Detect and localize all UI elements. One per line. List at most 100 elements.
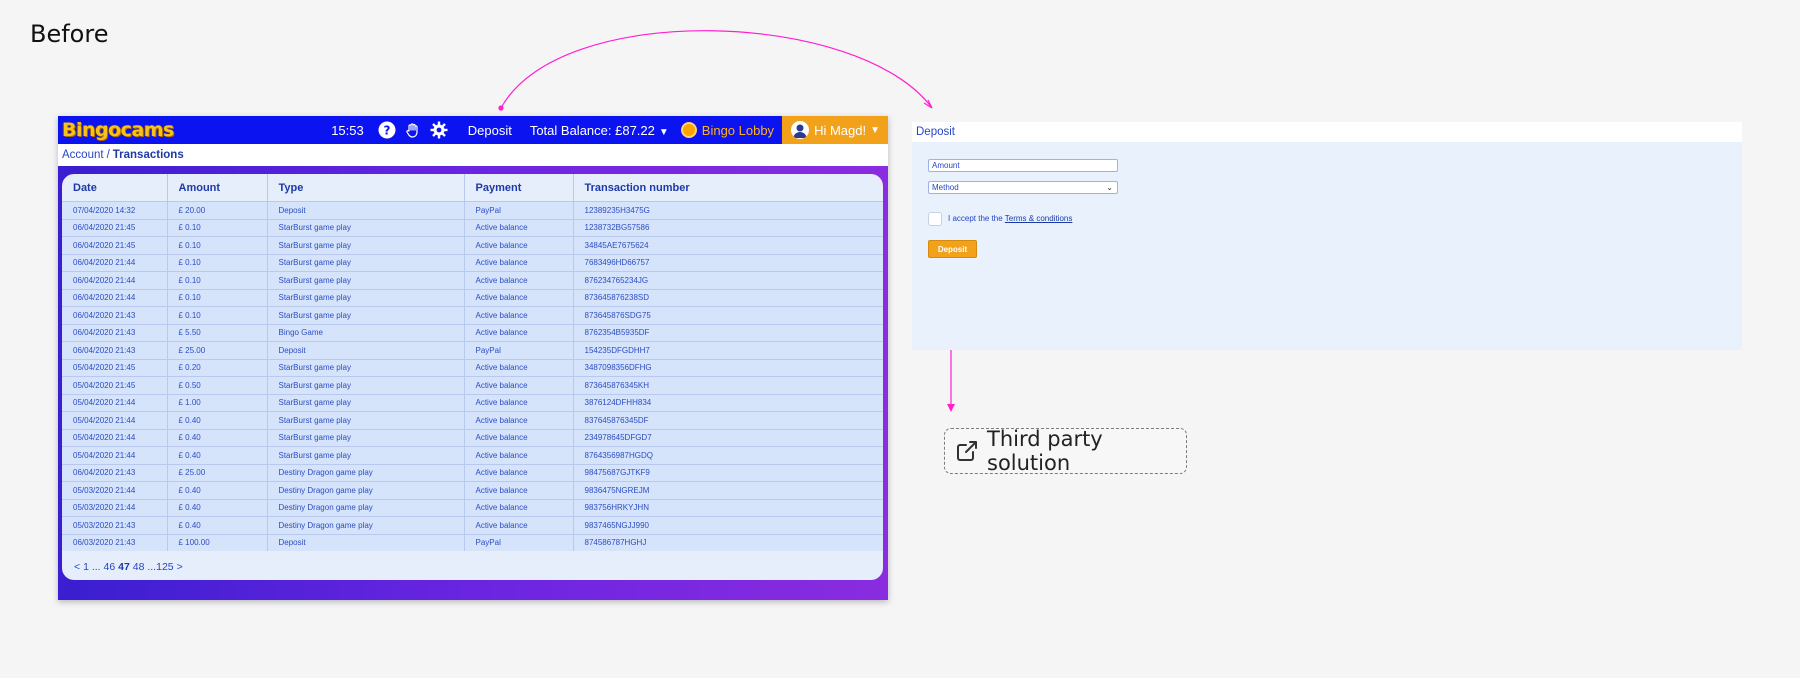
cell-transaction-number: 873645876345KH: [573, 376, 883, 394]
bingo-ball-icon: [680, 122, 697, 138]
user-menu-button[interactable]: Hi Magd! ▼: [782, 116, 888, 144]
cell-date: 06/04/2020 21:45: [62, 218, 168, 237]
cell-type: Destiny Dragon game play: [267, 481, 465, 499]
cell-date: 05/04/2020 21:45: [62, 376, 168, 394]
deposit-panel: Deposit Amount Method ⌄ I accept the the…: [912, 122, 1742, 350]
table-row[interactable]: 05/03/2020 21:44 £ 0.40 Destiny Dragon gam…: [62, 481, 883, 499]
cell-amount: £ 0.10: [167, 306, 268, 324]
cell-payment: Active balance: [464, 411, 574, 429]
pager-page-last[interactable]: 125: [156, 561, 174, 573]
svg-text:?: ?: [383, 124, 390, 138]
total-balance-label: Total Balance: £87.22: [529, 122, 655, 138]
cell-payment: PayPal: [464, 201, 574, 219]
cell-type: StarBurst game play: [267, 446, 465, 464]
table-row[interactable]: 05/04/2020 21:44 £ 1.00 StarBurst game pla…: [62, 393, 883, 412]
column-header-amount[interactable]: Amount: [167, 174, 268, 202]
arc-arrowhead: [923, 99, 933, 109]
cell-payment: Active balance: [464, 481, 574, 499]
deposit-button[interactable]: Deposit: [928, 240, 977, 258]
cell-payment: Active balance: [464, 498, 574, 517]
cell-date: 06/04/2020 21:43: [62, 463, 168, 482]
table-row[interactable]: 06/04/2020 21:44 £ 0.10 StarBurst game pla…: [62, 253, 883, 272]
table-row[interactable]: 05/03/2020 21:44 £ 0.40 Destiny Dragon gam…: [62, 498, 883, 517]
pager-page-current: 47: [118, 561, 130, 573]
table-row[interactable]: 05/04/2020 21:44 £ 0.40 StarBurst game pla…: [62, 446, 883, 464]
table-row[interactable]: 06/04/2020 21:44 £ 0.10 StarBurst game pla…: [62, 271, 883, 289]
bingo-app-window: Bingocams 15:53 ? Deposit Total Balance:…: [58, 116, 888, 600]
table-row[interactable]: 05/04/2020 21:44 £ 0.40 StarBurst game pla…: [62, 428, 883, 447]
cell-amount: £ 25.00: [167, 341, 268, 359]
table-row[interactable]: 05/04/2020 21:45 £ 0.50 StarBurst game pla…: [62, 376, 883, 394]
breadcrumb-current: Transactions: [112, 149, 184, 161]
total-balance-dropdown[interactable]: Total Balance: £87.22 ▼: [530, 123, 669, 138]
cell-type: StarBurst game play: [267, 288, 465, 307]
table-row[interactable]: 07/04/2020 14:32 £ 20.00 Deposit PayPal 1238…: [62, 201, 883, 219]
bingocams-logo[interactable]: Bingocams: [62, 119, 174, 141]
cell-transaction-number: 9837465NGJJ990: [573, 516, 883, 534]
column-header-transaction-number[interactable]: Transaction number: [573, 174, 883, 202]
deposit-panel-title: Deposit: [912, 122, 1742, 142]
amount-input[interactable]: Amount: [928, 159, 1118, 172]
column-header-payment[interactable]: Payment: [464, 174, 574, 202]
cell-payment: Active balance: [464, 376, 574, 394]
transactions-panel: Date Amount Type Payment Transaction num…: [62, 174, 883, 580]
terms-prefix: I accept the the: [948, 214, 1003, 223]
cell-date: 06/04/2020 21:44: [62, 271, 168, 289]
cell-payment: Active balance: [464, 271, 574, 289]
table-row[interactable]: 06/04/2020 21:43 £ 25.00 Destiny Dragon ga…: [62, 463, 883, 482]
table-row[interactable]: 06/03/2020 21:43 £ 100.00 Deposit PayPal 874…: [62, 533, 883, 551]
cell-transaction-number: 1238732BG57586: [573, 218, 883, 237]
cell-amount: £ 25.00: [167, 463, 268, 482]
hand-icon[interactable]: [404, 121, 422, 139]
table-row[interactable]: 06/04/2020 21:43 £ 5.50 Bingo Game Active b…: [62, 323, 883, 342]
table-row[interactable]: 05/03/2020 21:43 £ 0.40 Destiny Dragon gam…: [62, 516, 883, 534]
table-row[interactable]: 06/04/2020 21:45 £ 0.10 StarBurst game pla…: [62, 236, 883, 254]
top-navbar: Bingocams 15:53 ? Deposit Total Balance:…: [58, 116, 888, 144]
pager-prev[interactable]: <: [74, 561, 80, 573]
table-row[interactable]: 06/04/2020 21:43 £ 0.10 StarBurst game pla…: [62, 306, 883, 324]
cell-transaction-number: 34845AE7675624: [573, 236, 883, 254]
gear-icon[interactable]: [430, 121, 448, 139]
bingo-lobby-link[interactable]: Bingo Lobby: [680, 122, 774, 138]
nav-deposit-link[interactable]: Deposit: [468, 123, 512, 138]
cell-amount: £ 0.10: [167, 288, 268, 307]
table-row[interactable]: 05/04/2020 21:45 £ 0.20 StarBurst game pla…: [62, 358, 883, 377]
breadcrumb-account-link[interactable]: Account: [62, 149, 104, 161]
pager-page-46[interactable]: 46: [104, 561, 116, 573]
column-header-date[interactable]: Date: [62, 174, 168, 202]
breadcrumb-separator: /: [106, 149, 110, 161]
table-row[interactable]: 06/04/2020 21:43 £ 25.00 Deposit PayPal 1542…: [62, 341, 883, 359]
method-select[interactable]: Method ⌄: [928, 181, 1118, 194]
pager-page-48[interactable]: 48: [133, 561, 145, 573]
cell-payment: Active balance: [464, 516, 574, 534]
cell-payment: PayPal: [464, 341, 574, 359]
cell-amount: £ 0.10: [167, 236, 268, 254]
table-row[interactable]: 06/04/2020 21:44 £ 0.10 StarBurst game pla…: [62, 288, 883, 307]
cell-amount: £ 0.20: [167, 358, 268, 377]
user-greeting: Hi Magd!: [814, 122, 867, 138]
deposit-flow-arc: [500, 30, 933, 109]
cell-type: StarBurst game play: [267, 253, 465, 272]
cell-transaction-number: 9836475NGREJM: [573, 481, 883, 499]
clock: 15:53: [331, 122, 364, 138]
cell-payment: Active balance: [464, 218, 574, 237]
cell-payment: Active balance: [464, 253, 574, 272]
cell-transaction-number: 154235DFGDHH7: [573, 341, 883, 359]
pagination: < 1 ... 46 47 48 ...125 >: [74, 561, 183, 573]
terms-link[interactable]: Terms & conditions: [1005, 214, 1073, 223]
terms-checkbox[interactable]: [928, 212, 942, 226]
table-row[interactable]: 06/04/2020 21:45 £ 0.10 StarBurst game pla…: [62, 218, 883, 237]
cell-payment: Active balance: [464, 306, 574, 324]
column-header-type[interactable]: Type: [267, 174, 465, 202]
cell-date: 05/03/2020 21:44: [62, 481, 168, 499]
cell-transaction-number: 873645876SDG75: [573, 306, 883, 324]
cell-type: Deposit: [267, 533, 465, 551]
cell-type: Bingo Game: [267, 323, 465, 342]
cell-type: StarBurst game play: [267, 393, 465, 412]
help-icon[interactable]: ?: [378, 121, 396, 139]
pager-next[interactable]: >: [177, 561, 183, 573]
cell-payment: Active balance: [464, 446, 574, 464]
table-row[interactable]: 05/04/2020 21:44 £ 0.40 StarBurst game pla…: [62, 411, 883, 429]
cell-transaction-number: 983756HRKYJHN: [573, 498, 883, 517]
pager-page-first[interactable]: 1: [83, 561, 89, 573]
